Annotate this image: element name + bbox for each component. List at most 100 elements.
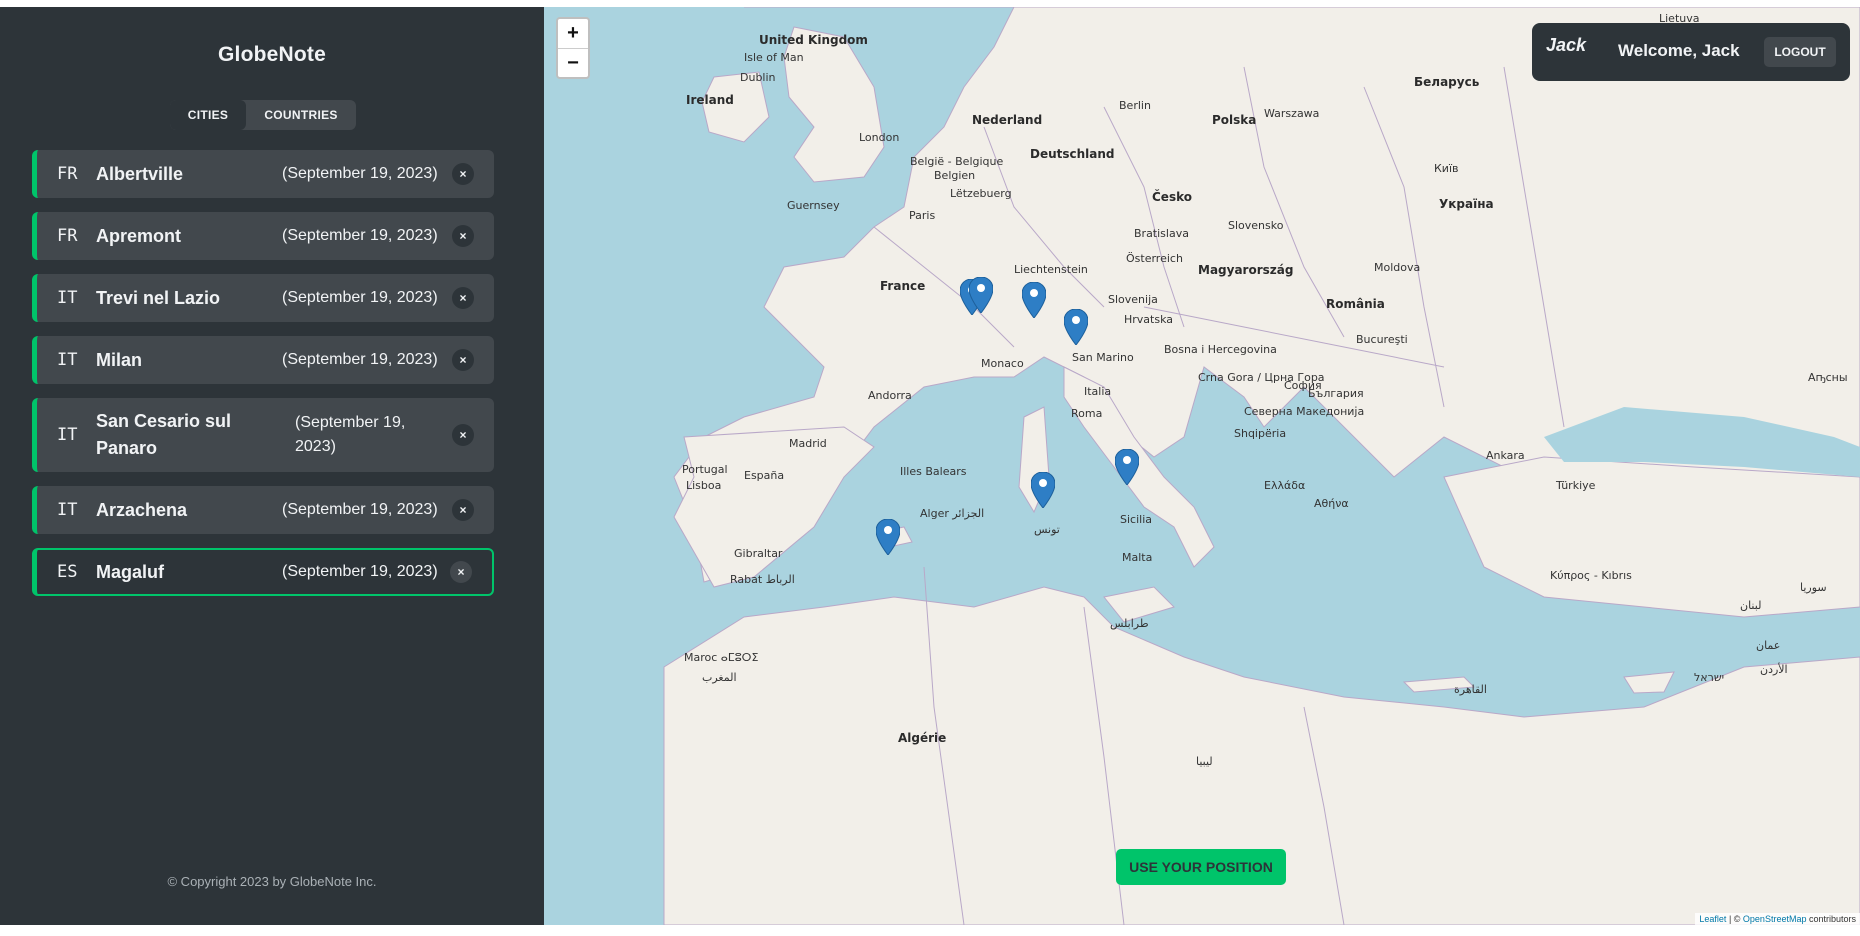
user-panel: Jack Welcome, Jack LOGOUT	[1532, 23, 1850, 81]
country-flag: ES	[57, 562, 78, 582]
map-label: Ελλάδα	[1264, 479, 1306, 492]
map-label: Portugal	[682, 463, 728, 476]
welcome-text: Welcome, Jack	[1618, 41, 1740, 60]
city-name: Magaluf	[96, 561, 165, 582]
city-marker-apremont[interactable]	[969, 277, 993, 313]
map-label: Slovenija	[1108, 293, 1158, 306]
map-label: Malta	[1122, 551, 1153, 564]
app-logo: GlobeNote	[218, 43, 326, 66]
country-flag: IT	[57, 288, 78, 308]
delete-city-button[interactable]: ×	[452, 499, 474, 521]
city-date: (September 19, 2023)	[282, 501, 438, 518]
map-label: Roma	[1071, 407, 1103, 420]
city-date: (September 19, 2023)	[282, 563, 438, 580]
city-name: Apremont	[96, 225, 181, 246]
map-label: Österreich	[1126, 252, 1183, 265]
city-item-apremont[interactable]: FR Apremont (September 19, 2023) ×	[32, 212, 494, 260]
map-label: Nederland	[972, 113, 1043, 127]
map-label: Shqipëria	[1234, 427, 1287, 440]
attribution-tail: contributors	[1806, 914, 1856, 924]
map-label: Alger الجزائر	[920, 507, 985, 520]
city-name: Trevi nel Lazio	[96, 287, 221, 308]
map-label: Аҧсны	[1808, 371, 1848, 384]
tab-countries[interactable]: COUNTRIES	[246, 100, 356, 130]
map-label: Lëtzebuerg	[950, 187, 1012, 200]
map-label: Madrid	[789, 437, 827, 450]
city-name: Milan	[96, 349, 143, 370]
city-name: San Cesario sul Panaro	[96, 411, 232, 458]
tab-cities[interactable]: CITIES	[170, 100, 246, 130]
city-item-san-cesario-sul-panaro[interactable]: IT San Cesario sul Panaro (September 19,…	[32, 398, 494, 472]
delete-city-button[interactable]: ×	[452, 349, 474, 371]
delete-city-button[interactable]: ×	[452, 287, 474, 309]
app: GlobeNote CITIES COUNTRIES FR Albertvill…	[0, 7, 1860, 925]
map-label: Ireland	[686, 93, 734, 107]
logout-button[interactable]: LOGOUT	[1764, 37, 1836, 67]
zoom-in-button[interactable]: +	[558, 19, 588, 49]
map-label: Ankara	[1486, 449, 1525, 462]
map-label: Κύπρος - Kıbrıs	[1550, 569, 1632, 582]
city-item-albertville[interactable]: FR Albertville (September 19, 2023) ×	[32, 150, 494, 198]
city-date: (September 19, 2023)	[295, 414, 406, 455]
map-label: Liechtenstein	[1014, 263, 1088, 276]
map-label: لبنان	[1740, 599, 1762, 612]
map-label: Deutschland	[1030, 147, 1115, 161]
city-marker-trevi-nel-lazio[interactable]	[1115, 449, 1139, 485]
leaflet-link[interactable]: Leaflet	[1699, 914, 1726, 924]
delete-city-button[interactable]: ×	[452, 163, 474, 185]
osm-link[interactable]: OpenStreetMap	[1743, 914, 1807, 924]
map-label: Paris	[909, 209, 936, 222]
map-attribution: Leaflet | © OpenStreetMap contributors	[1695, 913, 1860, 925]
zoom-out-button[interactable]: −	[558, 49, 588, 77]
city-item-milan[interactable]: IT Milan (September 19, 2023) ×	[32, 336, 494, 384]
sidebar: GlobeNote CITIES COUNTRIES FR Albertvill…	[0, 7, 544, 925]
city-date: (September 19, 2023)	[282, 227, 438, 244]
map-label: Hrvatska	[1124, 313, 1174, 326]
map-label: ليبيا	[1196, 755, 1213, 768]
map-label: Illes Balears	[900, 465, 967, 478]
map-tiles	[544, 7, 1860, 925]
map-label: الأردن	[1760, 663, 1788, 676]
map-label: San Marino	[1072, 351, 1134, 364]
map-label: România	[1326, 297, 1385, 311]
map-label: القاهرة	[1454, 683, 1487, 696]
use-position-button[interactable]: USE YOUR POSITION	[1116, 849, 1286, 885]
copyright-text: © Copyright 2023 by GlobeNote Inc.	[167, 874, 377, 889]
delete-city-button[interactable]: ×	[452, 424, 474, 446]
city-item-arzachena[interactable]: IT Arzachena (September 19, 2023) ×	[32, 486, 494, 534]
country-flag: IT	[57, 500, 78, 520]
map-view[interactable]: United Kingdom Isle of Man Dublin Irelan…	[544, 7, 1860, 925]
map-label: Česko	[1152, 190, 1192, 204]
map-label: Αθήνα	[1314, 497, 1349, 510]
city-date: (September 19, 2023)	[282, 351, 438, 368]
map-label: España	[744, 469, 785, 482]
city-marker-arzachena[interactable]	[1031, 472, 1055, 508]
map-label: Lisboa	[686, 479, 722, 492]
map-label: Sicilia	[1120, 513, 1152, 526]
map-label: Київ	[1434, 162, 1459, 175]
map-label: Moldova	[1374, 261, 1421, 274]
map-label: United Kingdom	[759, 33, 868, 47]
delete-city-button[interactable]: ×	[450, 561, 472, 583]
map-label: Warszawa	[1264, 107, 1320, 120]
city-item-trevi-nel-lazio[interactable]: IT Trevi nel Lazio (September 19, 2023) …	[32, 274, 494, 322]
attribution-separator: | ©	[1726, 914, 1743, 924]
country-flag: IT	[57, 425, 78, 445]
map-label: Isle of Man	[744, 51, 804, 64]
map-label: المغرب	[702, 671, 737, 684]
map-label: Guernsey	[787, 199, 840, 212]
map-label: Bosna i Hercegovina	[1164, 343, 1277, 356]
map-label: ישראל	[1694, 671, 1725, 684]
city-marker-milan[interactable]	[1022, 282, 1046, 318]
map-label: Italia	[1084, 385, 1112, 398]
country-flag: FR	[57, 226, 78, 246]
zoom-control: + −	[556, 17, 590, 79]
map-label: Slovensko	[1228, 219, 1284, 232]
map-label: Türkiye	[1556, 479, 1596, 492]
city-item-magaluf[interactable]: ES Magaluf (September 19, 2023) ×	[32, 548, 494, 596]
delete-city-button[interactable]: ×	[452, 225, 474, 247]
city-marker-magaluf[interactable]	[876, 519, 900, 555]
map-label: Bucureşti	[1356, 333, 1408, 346]
city-marker-san-cesario-sul-panaro[interactable]	[1064, 309, 1088, 345]
map-label: Monaco	[981, 357, 1024, 370]
